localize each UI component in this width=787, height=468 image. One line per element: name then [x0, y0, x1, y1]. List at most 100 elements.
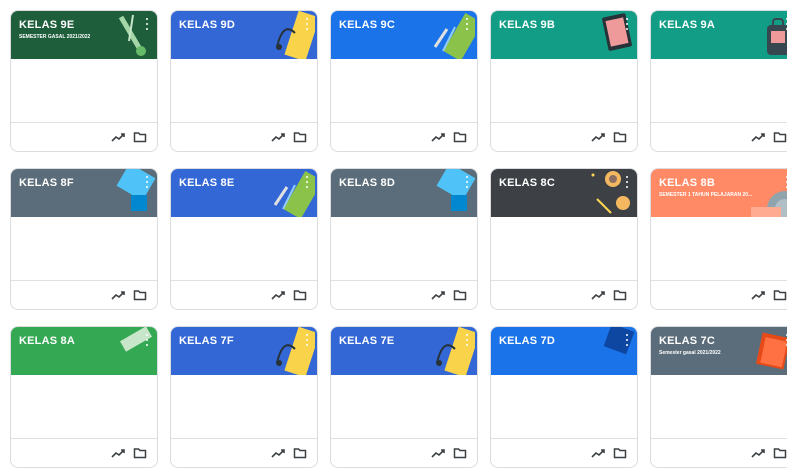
class-card-banner[interactable]: KELAS 7E	[331, 327, 477, 375]
folder-icon[interactable]	[293, 289, 307, 301]
trending-up-icon[interactable]	[591, 447, 605, 459]
class-card[interactable]: KELAS 8A	[10, 326, 158, 468]
folder-icon[interactable]	[133, 447, 147, 459]
more-vert-icon[interactable]	[302, 17, 312, 31]
more-vert-icon[interactable]	[302, 333, 312, 347]
trending-up-icon[interactable]	[591, 131, 605, 143]
class-card-footer	[491, 122, 637, 151]
class-card[interactable]: KELAS 7F	[170, 326, 318, 468]
class-title[interactable]: KELAS 8C	[499, 177, 555, 189]
class-card-footer	[651, 438, 787, 467]
class-card-banner[interactable]: KELAS 7C Semester gasal 2021/2022	[651, 327, 787, 375]
class-card-banner[interactable]: KELAS 9E SEMESTER GASAL 2021/2022	[11, 11, 157, 59]
folder-icon[interactable]	[773, 131, 787, 143]
folder-icon[interactable]	[453, 447, 467, 459]
class-card[interactable]: KELAS 8C	[490, 168, 638, 310]
class-card[interactable]: KELAS 7E	[330, 326, 478, 468]
more-vert-icon[interactable]	[302, 175, 312, 189]
class-title[interactable]: KELAS 7D	[499, 335, 555, 347]
more-vert-icon[interactable]	[622, 17, 632, 31]
class-card-banner[interactable]: KELAS 8E	[171, 169, 317, 217]
class-card[interactable]: KELAS 9B	[490, 10, 638, 152]
class-card[interactable]: KELAS 8D	[330, 168, 478, 310]
trending-up-icon[interactable]	[751, 289, 765, 301]
trending-up-icon[interactable]	[431, 131, 445, 143]
more-vert-icon[interactable]	[142, 175, 152, 189]
more-vert-icon[interactable]	[782, 333, 787, 347]
class-card-banner[interactable]: KELAS 8A	[11, 327, 157, 375]
more-vert-icon[interactable]	[622, 333, 632, 347]
class-card-banner[interactable]: KELAS 8C	[491, 169, 637, 217]
class-title[interactable]: KELAS 8A	[19, 335, 75, 347]
class-card-banner[interactable]: KELAS 9B	[491, 11, 637, 59]
trending-up-icon[interactable]	[591, 289, 605, 301]
class-card[interactable]: KELAS 9E SEMESTER GASAL 2021/2022	[10, 10, 158, 152]
trending-up-icon[interactable]	[751, 131, 765, 143]
class-card-footer	[11, 122, 157, 151]
class-card-footer	[651, 122, 787, 151]
trending-up-icon[interactable]	[271, 447, 285, 459]
class-card-banner[interactable]: KELAS 9D	[171, 11, 317, 59]
class-title[interactable]: KELAS 8B	[659, 177, 715, 189]
class-card-footer	[11, 438, 157, 467]
trending-up-icon[interactable]	[111, 447, 125, 459]
class-card-banner[interactable]: KELAS 8D	[331, 169, 477, 217]
folder-icon[interactable]	[773, 447, 787, 459]
folder-icon[interactable]	[133, 131, 147, 143]
class-title[interactable]: KELAS 8D	[339, 177, 395, 189]
class-card-footer	[331, 122, 477, 151]
class-card-banner[interactable]: KELAS 7F	[171, 327, 317, 375]
class-title[interactable]: KELAS 9E	[19, 19, 74, 31]
class-title[interactable]: KELAS 9A	[659, 19, 715, 31]
trending-up-icon[interactable]	[751, 447, 765, 459]
trending-up-icon[interactable]	[111, 289, 125, 301]
class-card[interactable]: KELAS 8B SEMESTER 1 TAHUN PELAJARAN 20...	[650, 168, 787, 310]
class-card[interactable]: KELAS 9D	[170, 10, 318, 152]
trending-up-icon[interactable]	[431, 447, 445, 459]
class-title[interactable]: KELAS 9C	[339, 19, 395, 31]
more-vert-icon[interactable]	[462, 333, 472, 347]
class-card[interactable]: KELAS 9A	[650, 10, 787, 152]
more-vert-icon[interactable]	[462, 17, 472, 31]
folder-icon[interactable]	[773, 289, 787, 301]
class-card-banner[interactable]: KELAS 9A	[651, 11, 787, 59]
trending-up-icon[interactable]	[111, 131, 125, 143]
class-title[interactable]: KELAS 9D	[179, 19, 235, 31]
class-title[interactable]: KELAS 8E	[179, 177, 234, 189]
more-vert-icon[interactable]	[142, 17, 152, 31]
class-title[interactable]: KELAS 9B	[499, 19, 555, 31]
more-vert-icon[interactable]	[782, 175, 787, 189]
class-card[interactable]: KELAS 8F	[10, 168, 158, 310]
folder-icon[interactable]	[613, 131, 627, 143]
trending-up-icon[interactable]	[431, 289, 445, 301]
folder-icon[interactable]	[453, 289, 467, 301]
folder-icon[interactable]	[293, 131, 307, 143]
class-card[interactable]: KELAS 7D	[490, 326, 638, 468]
class-title[interactable]: KELAS 7F	[179, 335, 234, 347]
more-vert-icon[interactable]	[462, 175, 472, 189]
class-card-footer	[331, 438, 477, 467]
class-card-footer	[171, 438, 317, 467]
class-card[interactable]: KELAS 7C Semester gasal 2021/2022	[650, 326, 787, 468]
class-title[interactable]: KELAS 7E	[339, 335, 394, 347]
more-vert-icon[interactable]	[142, 333, 152, 347]
folder-icon[interactable]	[453, 131, 467, 143]
class-subtitle: SEMESTER GASAL 2021/2022	[19, 34, 91, 40]
class-card-banner[interactable]: KELAS 8F	[11, 169, 157, 217]
more-vert-icon[interactable]	[782, 17, 787, 31]
more-vert-icon[interactable]	[622, 175, 632, 189]
class-card-banner[interactable]: KELAS 9C	[331, 11, 477, 59]
class-card-banner[interactable]: KELAS 7D	[491, 327, 637, 375]
class-title[interactable]: KELAS 7C	[659, 335, 715, 347]
folder-icon[interactable]	[613, 447, 627, 459]
class-card-footer	[491, 438, 637, 467]
class-card[interactable]: KELAS 9C	[330, 10, 478, 152]
trending-up-icon[interactable]	[271, 131, 285, 143]
folder-icon[interactable]	[293, 447, 307, 459]
folder-icon[interactable]	[613, 289, 627, 301]
class-title[interactable]: KELAS 8F	[19, 177, 74, 189]
trending-up-icon[interactable]	[271, 289, 285, 301]
folder-icon[interactable]	[133, 289, 147, 301]
class-card[interactable]: KELAS 8E	[170, 168, 318, 310]
class-card-banner[interactable]: KELAS 8B SEMESTER 1 TAHUN PELAJARAN 20...	[651, 169, 787, 217]
